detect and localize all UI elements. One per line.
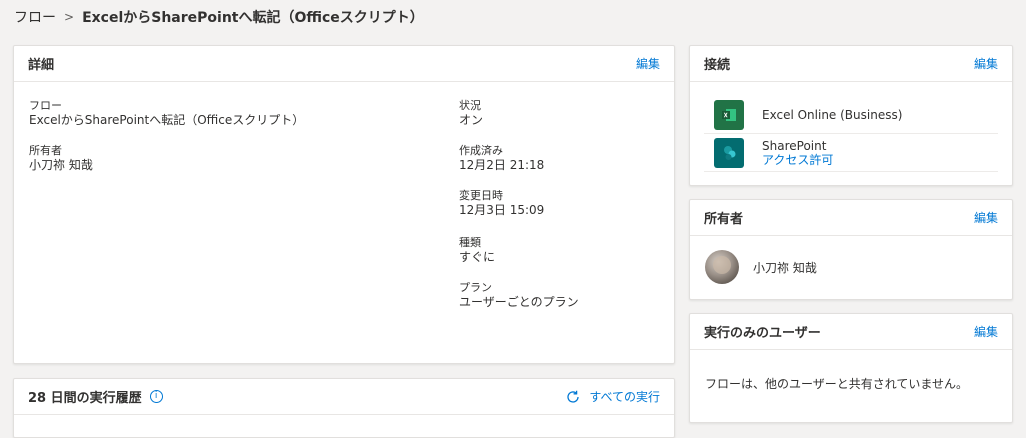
- avatar: [705, 250, 739, 284]
- run-history-header: 28 日間の実行履歴 i すべての実行: [14, 379, 674, 415]
- connection-sharepoint-name: SharePoint: [762, 138, 827, 153]
- excel-icon: [714, 99, 744, 130]
- created-field: 作成済み 12月2日 21:18: [459, 143, 544, 173]
- sharepoint-permissions-link[interactable]: アクセス許可: [762, 153, 833, 167]
- run-only-message: フローは、他のユーザーと共有されていません。: [705, 377, 969, 391]
- modified-field: 変更日時 12月3日 15:09: [459, 188, 544, 218]
- owner-value: 小刀祢 知哉: [29, 158, 93, 172]
- owner-row: 小刀祢 知哉: [705, 250, 817, 284]
- breadcrumb: フロー > ExcelからSharePointへ転記（Officeスクリプト）: [14, 6, 424, 28]
- all-runs-link[interactable]: すべての実行: [565, 388, 660, 405]
- owner-name: 小刀祢 知哉: [753, 260, 817, 275]
- refresh-icon: [567, 390, 579, 403]
- type-value: すぐに: [459, 250, 496, 264]
- status-field: 状況 オン: [459, 98, 483, 128]
- run-history-card: 28 日間の実行履歴 i すべての実行: [13, 378, 675, 438]
- all-runs-label: すべての実行: [589, 390, 660, 404]
- chevron-right-icon: >: [64, 10, 75, 24]
- run-only-edit-button[interactable]: 編集: [974, 323, 998, 340]
- sharepoint-icon: [714, 137, 744, 168]
- run-only-heading: 実行のみのユーザー: [704, 326, 821, 341]
- connections-edit-button[interactable]: 編集: [974, 55, 998, 72]
- flow-value: ExcelからSharePointへ転記（Officeスクリプト）: [29, 113, 305, 127]
- run-history-heading: 28 日間の実行履歴 i: [28, 387, 163, 406]
- plan-field: プラン ユーザーごとのプラン: [459, 280, 579, 310]
- owners-heading: 所有者: [704, 212, 744, 227]
- details-heading: 詳細: [28, 58, 55, 73]
- type-field: 種類 すぐに: [459, 235, 495, 265]
- details-card-header: 詳細 編集: [14, 46, 674, 82]
- info-icon[interactable]: i: [149, 390, 163, 403]
- run-only-users-card: 実行のみのユーザー 編集 フローは、他のユーザーと共有されていません。: [689, 313, 1013, 423]
- modified-value: 12月3日 15:09: [459, 203, 545, 217]
- breadcrumb-flows-link[interactable]: フロー: [14, 7, 56, 27]
- flow-field: フロー ExcelからSharePointへ転記（Officeスクリプト）: [29, 98, 304, 128]
- connections-card: 接続 編集 Excel Online (Business) SharePoint…: [689, 45, 1013, 186]
- created-value: 12月2日 21:18: [459, 158, 545, 172]
- details-card: 詳細 編集 フロー ExcelからSharePointへ転記（Officeスクリ…: [13, 45, 675, 364]
- connections-header: 接続 編集: [690, 46, 1012, 82]
- owner-label: 所有者: [29, 144, 62, 157]
- status-value: オン: [459, 113, 484, 127]
- plan-label: プラン: [459, 281, 492, 294]
- connection-excel-name: Excel Online (Business): [762, 107, 903, 122]
- flow-label: フロー: [29, 99, 62, 112]
- owner-field: 所有者 小刀祢 知哉: [29, 143, 93, 173]
- owners-edit-button[interactable]: 編集: [974, 209, 998, 226]
- run-history-title: 28 日間の実行履歴: [28, 391, 142, 406]
- owners-card: 所有者 編集 小刀祢 知哉: [689, 199, 1013, 300]
- page-title: ExcelからSharePointへ転記（Officeスクリプト）: [82, 10, 424, 26]
- connection-excel[interactable]: Excel Online (Business): [704, 96, 998, 134]
- created-label: 作成済み: [459, 144, 503, 157]
- connections-heading: 接続: [704, 58, 731, 73]
- run-only-header: 実行のみのユーザー 編集: [690, 314, 1012, 350]
- connection-sharepoint: SharePoint アクセス許可: [704, 134, 998, 172]
- owners-header: 所有者 編集: [690, 200, 1012, 236]
- modified-label: 変更日時: [459, 189, 503, 202]
- type-label: 種類: [459, 236, 481, 249]
- status-label: 状況: [459, 99, 481, 112]
- details-edit-button[interactable]: 編集: [636, 55, 660, 72]
- plan-value: ユーザーごとのプラン: [459, 295, 579, 309]
